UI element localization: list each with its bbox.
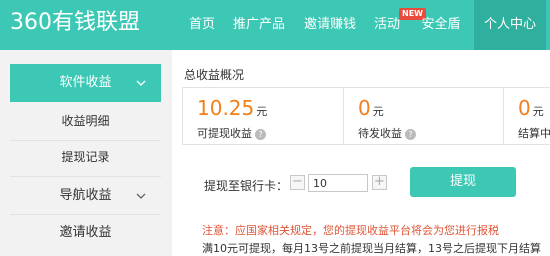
top-header: 360有钱联盟 首页 推广产品 邀请赚钱 活动 NEW 安全盾 个人中心 xyxy=(0,0,550,50)
withdraw-rule: 满10元可提现，每月13号之前提现当月结算，13号之后提现下月结算 xyxy=(202,242,541,255)
divider xyxy=(343,88,344,144)
chevron-down-icon xyxy=(136,80,146,86)
decrease-button[interactable]: − xyxy=(290,175,305,190)
settling-label: 结算中收益 xyxy=(518,127,550,140)
sidebar-item-software-income[interactable]: 软件收益 xyxy=(10,64,161,102)
main-content: 总收益概况 10.25元 可提现收益? 0元 待发收益? 0元 结算中收 xyxy=(172,50,550,256)
nav-products[interactable]: 推广产品 xyxy=(231,0,287,50)
tax-notice: 注意：应国家相关规定，您的提现收益平台将会为您进行报税 xyxy=(202,224,499,237)
sidebar: 软件收益 收益明细 提现记录 导航收益 邀请收益 xyxy=(0,50,172,256)
withdraw-amount-input[interactable] xyxy=(308,174,368,192)
amount-unit: 元 xyxy=(256,105,268,118)
sidebar-item-label: 软件收益 xyxy=(59,75,112,90)
nav-activity[interactable]: 活动 xyxy=(372,0,402,50)
help-icon[interactable]: ? xyxy=(405,129,416,140)
settling-amount: 0 xyxy=(518,96,531,120)
withdrawable-label: 可提现收益 xyxy=(197,127,252,140)
summary-settling: 0元 结算中收益 xyxy=(518,88,550,144)
nav-user-center[interactable]: 个人中心 xyxy=(474,0,546,50)
amount-unit: 元 xyxy=(532,105,544,118)
chevron-down-icon xyxy=(136,193,146,199)
nav-security[interactable]: 安全盾 xyxy=(418,0,464,50)
withdraw-label: 提现至银行卡： xyxy=(204,179,289,193)
summary-withdrawable: 10.25 元 可提现收益? xyxy=(197,88,337,144)
divider xyxy=(503,88,504,144)
nav-home[interactable]: 首页 xyxy=(185,0,219,50)
summary-pending: 0元 待发收益? xyxy=(358,88,498,144)
withdraw-button[interactable]: 提现 xyxy=(410,167,516,197)
section-title: 总收益概况 xyxy=(184,68,245,82)
nav-invite[interactable]: 邀请赚钱 xyxy=(302,0,358,50)
income-summary: 10.25元 可提现收益? 0元 待发收益? 0元 结算中收益 xyxy=(182,87,550,145)
sidebar-item-label: 导航收益 xyxy=(59,188,112,203)
sidebar-item-invite-income[interactable]: 邀请收益 xyxy=(10,214,161,252)
sidebar-item-nav-income[interactable]: 导航收益 xyxy=(10,177,161,215)
increase-button[interactable]: + xyxy=(372,175,387,190)
pending-amount: 0 xyxy=(358,96,371,120)
sidebar-item-income-detail[interactable]: 收益明细 xyxy=(10,102,161,140)
logo[interactable]: 360有钱联盟 xyxy=(10,9,140,37)
sidebar-item-withdraw-record[interactable]: 提现记录 xyxy=(10,138,161,176)
help-icon[interactable]: ? xyxy=(255,129,266,140)
amount-unit: 元 xyxy=(372,105,384,118)
pending-label: 待发收益 xyxy=(358,127,402,140)
withdrawable-amount: 10.25 xyxy=(197,96,255,120)
